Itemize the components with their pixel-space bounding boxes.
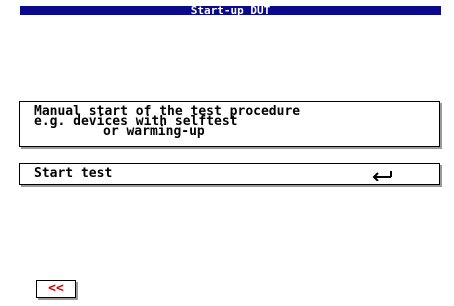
enter-icon (372, 171, 392, 181)
info-panel: Manual start of the test procedure e.g. … (19, 101, 440, 147)
start-test-label: Start test (34, 166, 113, 181)
window-title: Start-up DUT (20, 6, 441, 15)
back-button[interactable]: << (36, 280, 76, 298)
info-line-2: e.g. devices with selftest (34, 114, 238, 129)
start-test-button[interactable]: Start test (19, 163, 440, 185)
